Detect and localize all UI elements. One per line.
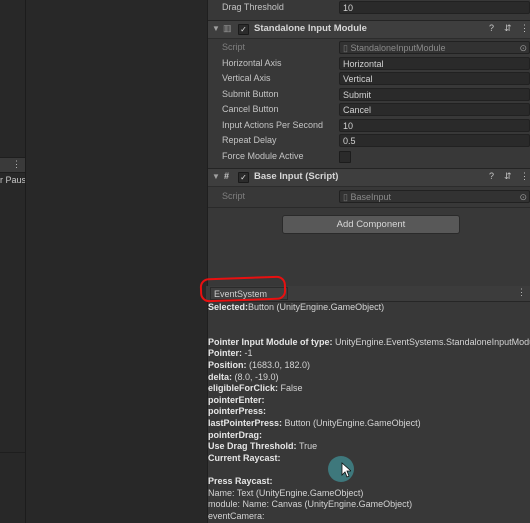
debug-value: Name: Text (UnityEngine.GameObject) xyxy=(208,487,364,498)
debug-line: pointerDrag: xyxy=(208,430,262,442)
divider xyxy=(0,452,25,453)
debug-value: eventCamera: xyxy=(208,510,265,521)
debug-key: lastPointerPress: xyxy=(208,418,285,428)
submit-button-label: Submit Button xyxy=(222,89,279,99)
component-title: Standalone Input Module xyxy=(254,23,367,34)
debug-line: Selected:Button (UnityEngine.GameObject) xyxy=(208,302,384,314)
debug-value: (8.0, -19.0) xyxy=(234,371,279,382)
debug-line: Press Raycast: xyxy=(208,476,273,488)
debug-line: module: Name: Canvas (UnityEngine.GameOb… xyxy=(208,499,412,511)
input-actions-label: Input Actions Per Second xyxy=(222,120,324,130)
highlight-annotation xyxy=(199,275,287,303)
debug-line: Pointer: -1 xyxy=(208,348,253,360)
cancel-button-label: Cancel Button xyxy=(222,104,279,114)
script-icon: # xyxy=(224,171,230,181)
panel-tab-bar: ⋮ xyxy=(0,157,25,173)
base-input-header[interactable]: ▼ # ✓ Base Input (Script) ? ⇵ ⋮ xyxy=(208,168,530,187)
debug-line: Use Drag Threshold: True xyxy=(208,441,317,453)
hierarchy-panel xyxy=(0,0,25,523)
debug-key: Selected: xyxy=(208,302,249,312)
vertical-axis-label: Vertical Axis xyxy=(222,73,271,83)
debug-line: Name: Text (UnityEngine.GameObject) xyxy=(208,488,363,500)
scene-panel xyxy=(25,0,207,523)
add-component-button[interactable]: Add Component xyxy=(282,215,460,234)
script-label: Script xyxy=(222,42,246,52)
context-menu-icon[interactable]: ⋮ xyxy=(520,171,529,182)
repeat-delay-field[interactable]: 0.5 xyxy=(339,134,530,147)
context-menu-icon[interactable]: ⋮ xyxy=(520,23,529,34)
debug-line: lastPointerPress: Button (UnityEngine.Ga… xyxy=(208,418,421,430)
submit-button-field[interactable]: Submit xyxy=(339,88,530,101)
debug-value: Button (UnityEngine.GameObject) xyxy=(284,418,421,428)
debug-value: UnityEngine.EventSystems.StandaloneInput… xyxy=(335,336,530,347)
force-module-active-checkbox[interactable] xyxy=(339,151,351,163)
preset-icon[interactable]: ⇵ xyxy=(504,171,512,182)
drag-threshold-field[interactable]: 10 xyxy=(339,1,530,14)
component-title: Base Input (Script) xyxy=(254,171,339,182)
preset-icon[interactable]: ⇵ xyxy=(504,23,512,34)
foldout-arrow-icon[interactable]: ▼ xyxy=(212,172,220,181)
horizontal-axis-field[interactable]: Horizontal xyxy=(339,57,530,70)
debug-key: Use Drag Threshold: xyxy=(208,441,300,452)
standalone-input-module-header[interactable]: ▼ ▥ ✓ Standalone Input Module ? ⇵ ⋮ xyxy=(208,20,530,39)
enabled-checkbox[interactable]: ✓ xyxy=(238,172,249,183)
script-label: Script xyxy=(222,191,246,201)
help-icon[interactable]: ? xyxy=(489,23,494,33)
cancel-button-field[interactable]: Cancel xyxy=(339,103,530,116)
debug-value: Button (UnityEngine.GameObject) xyxy=(248,302,385,312)
horizontal-axis-label: Horizontal Axis xyxy=(222,58,282,68)
force-module-active-label: Force Module Active xyxy=(222,151,304,161)
debug-line: Position: (1683.0, 182.0) xyxy=(208,360,310,372)
script-field[interactable]: ▯ BaseInput ⊙ xyxy=(339,190,530,203)
object-picker-icon[interactable]: ⊙ xyxy=(519,191,527,202)
clipped-label: r Paus xyxy=(0,175,27,185)
debug-line: Current Raycast: xyxy=(208,453,281,465)
debug-key: Current Raycast: xyxy=(208,452,281,463)
input-actions-field[interactable]: 10 xyxy=(339,119,530,132)
debug-key: Press Raycast: xyxy=(208,476,273,486)
component-icon: ▥ xyxy=(223,23,232,33)
debug-key: pointerPress: xyxy=(208,406,267,417)
debug-line: eligibleForClick: False xyxy=(208,383,303,395)
context-menu-icon[interactable]: ⋮ xyxy=(517,287,526,298)
debug-value: True xyxy=(299,441,318,452)
enabled-checkbox[interactable]: ✓ xyxy=(238,24,249,35)
debug-key: pointerDrag: xyxy=(208,429,262,440)
debug-key: Pointer Input Module of type: xyxy=(208,336,335,347)
debug-key: eligibleForClick: xyxy=(208,383,281,394)
drag-threshold-label: Drag Threshold xyxy=(222,2,284,12)
debug-value: -1 xyxy=(244,348,253,359)
debug-line: pointerEnter: xyxy=(208,395,265,407)
mouse-cursor-icon xyxy=(341,462,351,478)
debug-key: Pointer: xyxy=(208,348,245,359)
debug-line: eventCamera: xyxy=(208,511,265,523)
debug-line: pointerPress: xyxy=(208,406,266,418)
debug-key: delta: xyxy=(208,371,235,382)
debug-value: (1683.0, 182.0) xyxy=(249,360,311,370)
divider xyxy=(208,207,530,208)
panel-menu-icon[interactable]: ⋮ xyxy=(12,159,21,170)
debug-key: pointerEnter: xyxy=(208,394,265,405)
repeat-delay-label: Repeat Delay xyxy=(222,135,277,145)
debug-line: delta: (8.0, -19.0) xyxy=(208,372,279,384)
debug-key: Position: xyxy=(208,360,249,370)
debug-value: module: Name: Canvas (UnityEngine.GameOb… xyxy=(208,499,413,510)
vertical-axis-field[interactable]: Vertical xyxy=(339,72,530,85)
debug-line: Pointer Input Module of type: UnityEngin… xyxy=(208,337,530,349)
help-icon[interactable]: ? xyxy=(489,171,494,181)
object-picker-icon[interactable]: ⊙ xyxy=(519,42,527,53)
script-field[interactable]: ▯ StandaloneInputModule ⊙ xyxy=(339,41,530,54)
foldout-arrow-icon[interactable]: ▼ xyxy=(212,24,220,33)
debug-value: False xyxy=(280,383,303,394)
